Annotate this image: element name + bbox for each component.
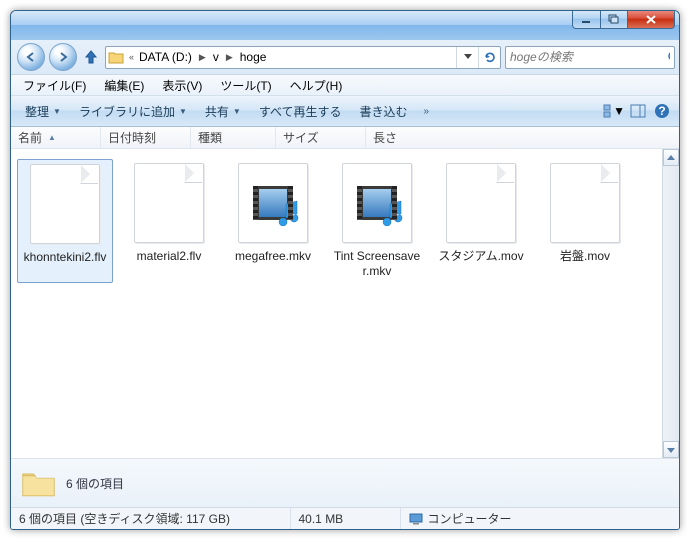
status-size: 40.1 MB (291, 508, 401, 529)
window-controls (572, 10, 675, 29)
file-thumbnail (134, 163, 204, 243)
breadcrumb-folder-1[interactable]: v▶ (211, 47, 238, 68)
breadcrumb-left-arrow[interactable]: « (126, 52, 137, 62)
up-button[interactable] (81, 48, 101, 66)
col-length[interactable]: 長さ (366, 127, 679, 148)
address-bar[interactable]: « DATA (D:)▶ v▶ hoge (105, 46, 501, 69)
file-name: megafree.mkv (235, 249, 311, 264)
minimize-button[interactable] (572, 10, 601, 29)
scroll-up-button[interactable] (663, 149, 679, 166)
file-name: material2.flv (137, 249, 202, 264)
svg-text:?: ? (658, 104, 665, 118)
file-item[interactable]: Tint Screensaver.mkv (329, 159, 425, 283)
file-thumbnail (30, 164, 100, 244)
organize-button[interactable]: 整理▼ (17, 100, 69, 123)
breadcrumb-drive[interactable]: DATA (D:)▶ (137, 47, 211, 68)
folder-icon (106, 50, 126, 64)
titlebar (11, 11, 679, 40)
burn-button[interactable]: 書き込む (352, 100, 416, 123)
search-icon (667, 50, 670, 64)
file-thumbnail (550, 163, 620, 243)
overflow-button[interactable]: » (418, 106, 436, 117)
file-thumbnail (446, 163, 516, 243)
file-name: スタジアム.mov (438, 249, 523, 264)
details-pane: 6 個の項目 (11, 458, 679, 507)
col-date[interactable]: 日付時刻 (101, 127, 191, 148)
search-box[interactable] (505, 46, 675, 69)
scrollbar[interactable] (662, 149, 679, 458)
file-item[interactable]: khonntekini2.flv (17, 159, 113, 283)
forward-button[interactable] (49, 43, 77, 71)
share-button[interactable]: 共有▼ (197, 100, 249, 123)
menu-tools[interactable]: ツール(T) (212, 75, 279, 96)
status-items: 6 個の項目 (空きディスク領域: 117 GB) (11, 508, 291, 529)
play-all-button[interactable]: すべて再生する (251, 100, 350, 123)
menu-file[interactable]: ファイル(F) (15, 75, 94, 96)
view-options-button[interactable]: ▼ (603, 104, 625, 118)
file-item[interactable]: 岩盤.mov (537, 159, 633, 283)
maximize-button[interactable] (601, 10, 628, 29)
folder-icon (21, 467, 56, 500)
col-size[interactable]: サイズ (276, 127, 366, 148)
col-name[interactable]: 名前▲ (11, 127, 101, 148)
explorer-window: « DATA (D:)▶ v▶ hoge ファイル(F) 編集(E) 表示(V)… (10, 10, 680, 530)
file-item[interactable]: material2.flv (121, 159, 217, 283)
menu-bar: ファイル(F) 編集(E) 表示(V) ツール(T) ヘルプ(H) (11, 75, 679, 96)
help-button[interactable]: ? (651, 103, 673, 119)
file-thumbnail (342, 163, 412, 243)
col-type[interactable]: 種類 (191, 127, 276, 148)
add-to-library-button[interactable]: ライブラリに追加▼ (71, 100, 195, 123)
menu-edit[interactable]: 編集(E) (96, 75, 152, 96)
menu-view[interactable]: 表示(V) (154, 75, 210, 96)
file-item[interactable]: megafree.mkv (225, 159, 321, 283)
status-bar: 6 個の項目 (空きディスク領域: 117 GB) 40.1 MB コンピュータ… (11, 507, 679, 529)
preview-pane-button[interactable] (627, 104, 649, 118)
status-computer: コンピューター (401, 508, 680, 529)
menu-help[interactable]: ヘルプ(H) (282, 75, 351, 96)
close-button[interactable] (628, 10, 675, 29)
file-name: khonntekini2.flv (24, 250, 107, 265)
details-text: 6 個の項目 (66, 475, 124, 492)
address-dropdown-icon[interactable] (456, 47, 478, 68)
nav-row: « DATA (D:)▶ v▶ hoge (11, 40, 679, 75)
file-item[interactable]: スタジアム.mov (433, 159, 529, 283)
command-bar: 整理▼ ライブラリに追加▼ 共有▼ すべて再生する 書き込む » ▼ ? (11, 96, 679, 127)
column-headers: 名前▲ 日付時刻 種類 サイズ 長さ (11, 127, 679, 149)
file-thumbnail (238, 163, 308, 243)
file-name: Tint Screensaver.mkv (331, 249, 423, 279)
breadcrumb-folder-2[interactable]: hoge (238, 47, 269, 68)
computer-icon (409, 513, 423, 525)
scroll-down-button[interactable] (663, 441, 679, 458)
back-button[interactable] (17, 43, 45, 71)
search-input[interactable] (510, 50, 667, 64)
file-list[interactable]: khonntekini2.flv material2.flv megafree.mk… (11, 149, 679, 458)
file-name: 岩盤.mov (560, 249, 610, 264)
refresh-button[interactable] (478, 47, 500, 68)
